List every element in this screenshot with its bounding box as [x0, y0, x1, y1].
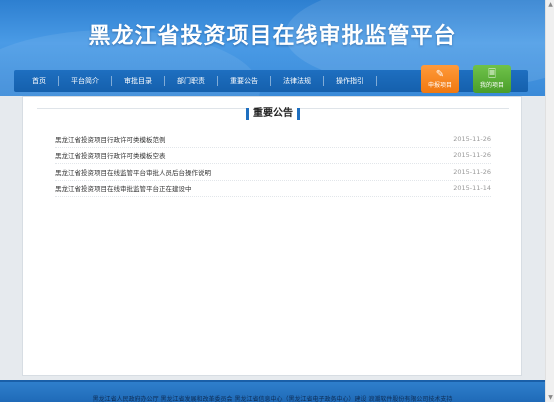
section-title: 重要公告 — [246, 108, 300, 120]
footer-text: 黑龙江省人民政府办公厅 黑龙江省发展和改革委员会 黑龙江省信息中心（黑龙江省电子… — [92, 396, 453, 402]
nav-item-duties[interactable]: 部门职责 — [165, 76, 218, 86]
edit-icon: ✎ — [435, 69, 445, 80]
declare-project-label: 申报项目 — [427, 82, 452, 89]
scroll-up-icon[interactable]: ▲ — [546, 0, 554, 9]
footer: 黑龙江省人民政府办公厅 黑龙江省发展和改革委员会 黑龙江省信息中心（黑龙江省电子… — [0, 380, 545, 402]
notice-title[interactable]: 黑龙江省投资项目在线审批监管平台正在建设中 — [55, 183, 192, 193]
notice-date: 2015-11-14 — [453, 184, 491, 193]
notice-title[interactable]: 黑龙江省投资项目行政许可类模板空表 — [55, 150, 166, 160]
my-projects-label: 我的项目 — [479, 82, 504, 89]
nav-item-intro[interactable]: 平台简介 — [59, 76, 112, 86]
notice-panel: 重要公告 黑龙江省投资项目行政许可类模板范例 2015-11-26 黑龙江省投资… — [22, 96, 522, 376]
document-icon: 🗏 — [487, 69, 497, 80]
nav-item-home[interactable]: 首页 — [14, 76, 59, 86]
page-scrollbar[interactable]: ▲ ▼ — [545, 0, 554, 402]
nav-item-notices[interactable]: 重要公告 — [218, 76, 271, 86]
my-projects-button[interactable]: 🗏 我的项目 — [473, 65, 511, 93]
declare-project-button[interactable]: ✎ 申报项目 — [421, 65, 459, 93]
notice-list: 黑龙江省投资项目行政许可类模板范例 2015-11-26 黑龙江省投资项目行政许… — [55, 131, 491, 197]
site-title: 黑龙江省投资项目在线审批监管平台 — [88, 24, 457, 49]
nav-item-catalog[interactable]: 审批目录 — [112, 76, 165, 86]
scroll-down-icon[interactable]: ▼ — [546, 393, 554, 402]
list-item[interactable]: 黑龙江省投资项目在线审批监管平台正在建设中 2015-11-14 — [55, 181, 491, 197]
nav-item-guide[interactable]: 操作指引 — [324, 76, 377, 86]
notice-date: 2015-11-26 — [453, 167, 491, 176]
section-header: 重要公告 — [23, 101, 523, 120]
notice-title[interactable]: 黑龙江省投资项目行政许可类模板范例 — [55, 134, 166, 144]
notice-title[interactable]: 黑龙江省投资项目在线监管平台审批人员后台操作说明 — [55, 167, 211, 177]
list-item[interactable]: 黑龙江省投资项目行政许可类模板范例 2015-11-26 — [55, 131, 491, 148]
notice-date: 2015-11-26 — [453, 151, 491, 160]
list-item[interactable]: 黑龙江省投资项目在线监管平台审批人员后台操作说明 2015-11-26 — [55, 164, 491, 181]
list-item[interactable]: 黑龙江省投资项目行政许可类模板空表 2015-11-26 — [55, 148, 491, 164]
notice-date: 2015-11-26 — [453, 134, 491, 143]
nav-item-laws[interactable]: 法律法规 — [271, 76, 324, 86]
